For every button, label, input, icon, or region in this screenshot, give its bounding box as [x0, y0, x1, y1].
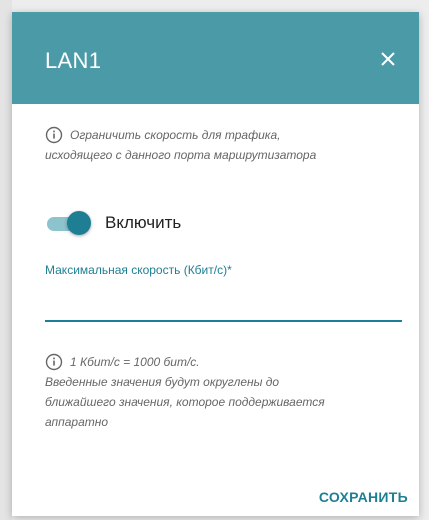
info-icon: [45, 126, 63, 144]
enable-row: Включить: [45, 210, 181, 236]
enable-toggle[interactable]: [45, 210, 91, 236]
note-block: 1 Кбит/с = 1000 бит/с. Введенные значени…: [45, 352, 390, 432]
close-button[interactable]: [375, 46, 401, 72]
close-icon: [381, 52, 395, 66]
note-line4: аппаратно: [45, 415, 109, 429]
note-line3: ближайшего значения, которое поддерживае…: [45, 395, 325, 409]
info-icon: [45, 353, 63, 371]
enable-toggle-label: Включить: [105, 213, 182, 232]
toggle-knob: [67, 211, 91, 235]
lan1-dialog: LAN1 Ограничить скорость для трафика, ис…: [12, 12, 419, 516]
save-button[interactable]: СОХРАНИТЬ: [319, 489, 408, 505]
max-speed-input[interactable]: [45, 288, 402, 322]
dialog-header: LAN1: [12, 12, 419, 104]
info-text-line1: Ограничить скорость для трафика,: [70, 128, 281, 142]
dialog-title: LAN1: [45, 48, 102, 73]
note-line1: 1 Кбит/с = 1000 бит/с.: [70, 355, 200, 369]
max-speed-label: Максимальная скорость (Кбит/с)*: [45, 263, 232, 277]
note-line2: Введенные значения будут округлены до: [45, 375, 280, 389]
info-block: Ограничить скорость для трафика, исходящ…: [45, 125, 385, 165]
page-backdrop: [0, 0, 12, 520]
info-text-line2: исходящего с данного порта маршрутизатор…: [45, 148, 317, 162]
